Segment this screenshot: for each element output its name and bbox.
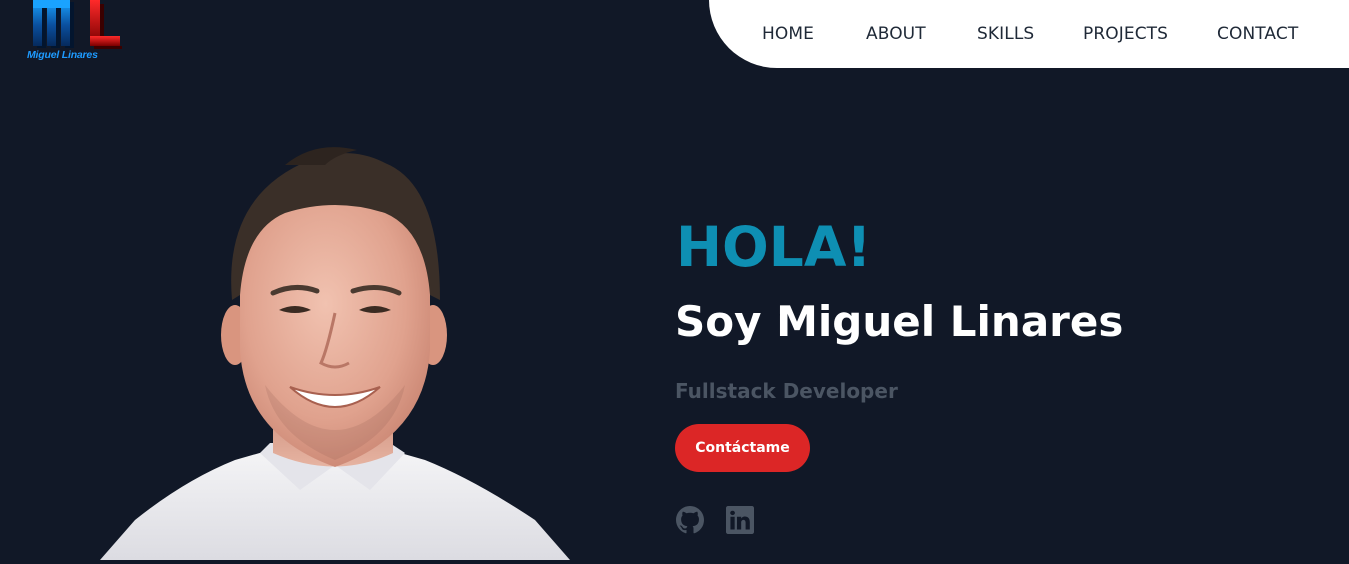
ml-monogram-icon bbox=[33, 0, 122, 49]
linkedin-icon[interactable] bbox=[726, 506, 754, 534]
github-icon[interactable] bbox=[676, 506, 704, 534]
nav-item-projects[interactable]: PROJECTS bbox=[1083, 22, 1168, 46]
hero-role: Fullstack Developer bbox=[675, 379, 898, 403]
logo-caption: Miguel Linares bbox=[27, 49, 98, 61]
hero-name: Soy Miguel Linares bbox=[675, 297, 1124, 346]
contact-button[interactable]: Contáctame bbox=[675, 424, 810, 472]
nav-item-contact[interactable]: CONTACT bbox=[1217, 22, 1298, 46]
nav-item-home[interactable]: HOME bbox=[762, 22, 814, 46]
nav-item-skills[interactable]: SKILLS bbox=[977, 22, 1034, 46]
top-navigation: HOME ABOUT SKILLS PROJECTS CONTACT bbox=[709, 0, 1349, 68]
profile-photo bbox=[95, 135, 575, 560]
profile-photo-illustration bbox=[100, 147, 570, 560]
github-icon-glyph bbox=[676, 506, 704, 534]
linkedin-icon-glyph bbox=[726, 506, 754, 534]
hero-greeting: HOLA! bbox=[676, 215, 872, 279]
nav-item-about[interactable]: ABOUT bbox=[866, 22, 926, 46]
